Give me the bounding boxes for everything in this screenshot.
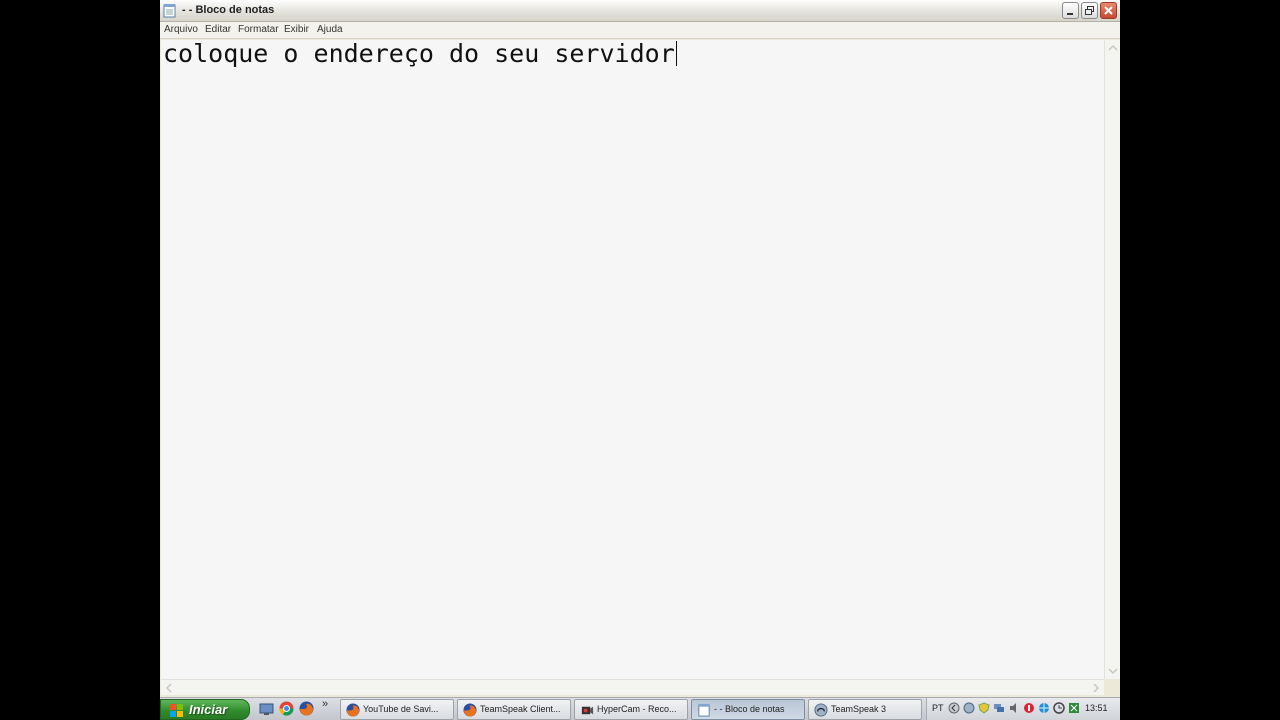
back-arrow-icon[interactable] <box>948 702 960 714</box>
volume-icon[interactable] <box>1008 702 1020 714</box>
scroll-up-icon[interactable] <box>1105 40 1120 56</box>
teamspeak-icon <box>814 703 828 717</box>
start-label: Iniciar <box>189 702 228 717</box>
task-label: HyperCam - Reco... <box>597 704 677 714</box>
security-shield-icon[interactable] <box>978 702 990 714</box>
horizontal-scrollbar[interactable] <box>161 679 1104 695</box>
start-button[interactable]: Iniciar <box>160 699 250 720</box>
task-teamspeak-3[interactable]: TeamSpeak 3 <box>808 699 922 720</box>
task-label: TeamSpeak 3 <box>831 704 887 714</box>
firefox-icon <box>346 703 360 717</box>
firefox-icon[interactable] <box>299 701 314 716</box>
quick-launch-more-button[interactable]: » <box>322 698 328 710</box>
firefox-icon <box>463 703 477 717</box>
task-bloco-de-notas[interactable]: - - Bloco de notas <box>691 699 805 720</box>
editor-content: coloque o endereço do seu servidor <box>163 39 675 68</box>
notepad-icon <box>163 4 176 18</box>
menu-formatar[interactable]: Formatar <box>238 24 279 35</box>
teamspeak-tray-icon[interactable] <box>963 702 975 714</box>
update-icon[interactable] <box>1053 702 1065 714</box>
vertical-scrollbar[interactable] <box>1104 40 1120 679</box>
menu-arquivo[interactable]: Arquivo <box>164 24 198 35</box>
close-icon <box>1104 6 1113 15</box>
desktop-screen: - - Bloco de notas Arquivo Editar Format… <box>160 0 1120 720</box>
notepad-icon <box>698 703 710 717</box>
task-label: TeamSpeak Client... <box>480 704 561 714</box>
menu-ajuda[interactable]: Ajuda <box>317 24 343 35</box>
maximize-button[interactable] <box>1081 2 1098 19</box>
system-tray: PT 13:51 <box>926 698 1120 720</box>
hypercam-icon <box>581 706 594 715</box>
task-youtube[interactable]: YouTube de Savi... <box>340 699 454 720</box>
scroll-right-icon[interactable] <box>1088 680 1104 696</box>
task-hypercam[interactable]: HyperCam - Reco... <box>574 699 688 720</box>
text-editor[interactable]: coloque o endereço do seu servidor <box>161 40 1104 679</box>
menu-exibir[interactable]: Exibir <box>284 24 309 35</box>
task-label: - - Bloco de notas <box>714 704 785 714</box>
task-teamspeak-client[interactable]: TeamSpeak Client... <box>457 699 571 720</box>
task-label: YouTube de Savi... <box>363 704 439 714</box>
minimize-button[interactable] <box>1062 2 1079 19</box>
globe-icon[interactable] <box>1038 702 1050 714</box>
size-grip[interactable] <box>1104 679 1120 695</box>
language-indicator[interactable]: PT <box>932 703 944 713</box>
windows-logo-icon <box>170 704 183 717</box>
excel-icon[interactable] <box>1068 702 1080 714</box>
chrome-icon[interactable] <box>279 701 294 716</box>
show-desktop-icon[interactable] <box>259 701 274 716</box>
menu-bar: Arquivo Editar Formatar Exibir Ajuda <box>160 22 1120 39</box>
restore-icon <box>1085 6 1094 15</box>
notepad-window: - - Bloco de notas Arquivo Editar Format… <box>160 0 1120 697</box>
menu-editar[interactable]: Editar <box>205 24 231 35</box>
clock[interactable]: 13:51 <box>1085 703 1108 713</box>
window-title: - - Bloco de notas <box>182 4 275 16</box>
minimize-icon <box>1067 13 1073 15</box>
scroll-down-icon[interactable] <box>1105 663 1120 679</box>
title-bar[interactable]: - - Bloco de notas <box>160 0 1120 22</box>
network-icon[interactable] <box>993 702 1005 714</box>
taskbar: Iniciar » YouTube de Savi... TeamSpeak C… <box>160 697 1120 720</box>
close-button[interactable] <box>1100 2 1117 19</box>
scroll-left-icon[interactable] <box>161 680 177 696</box>
text-caret <box>675 41 677 66</box>
antivirus-icon[interactable] <box>1023 702 1035 714</box>
